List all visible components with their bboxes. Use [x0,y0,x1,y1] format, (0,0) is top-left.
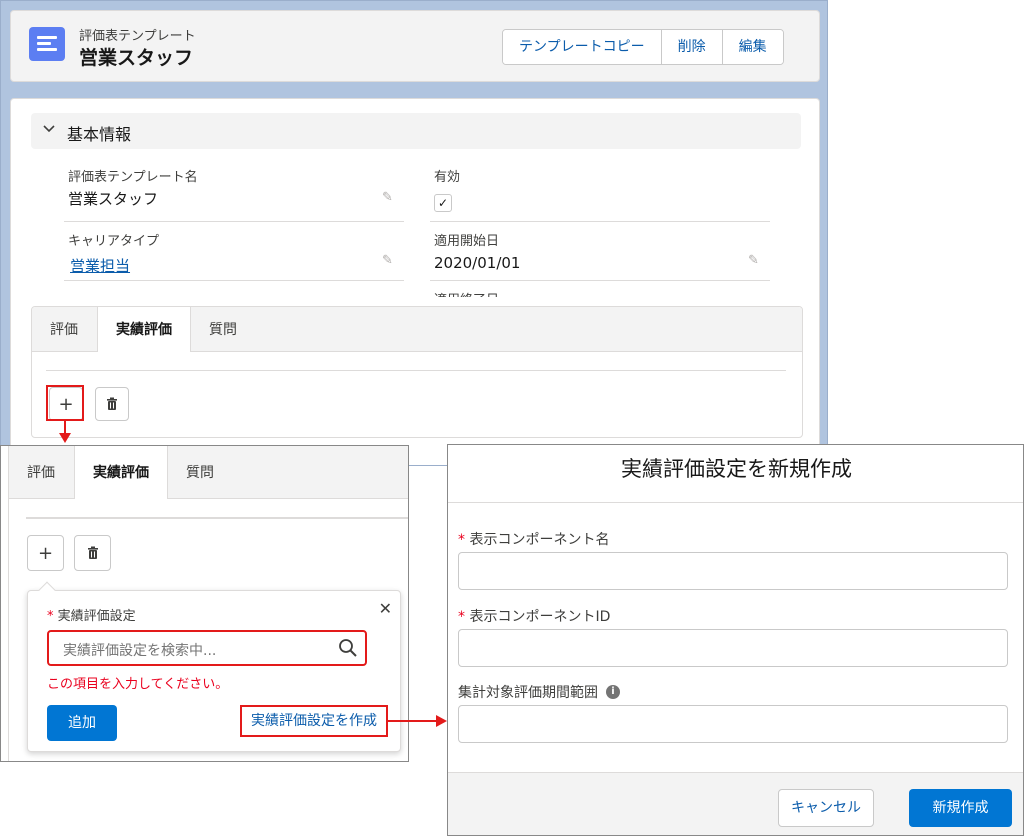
divider [26,517,408,519]
component-name-input[interactable] [458,552,1008,590]
record-type-icon [29,27,65,61]
trash-icon [107,397,117,410]
period-range-label: 集計対象評価期間範囲 [458,685,598,701]
active-checkbox: ✓ [434,194,452,212]
search-placeholder: 実績評価設定を検索中... [63,643,217,659]
edit-button[interactable]: 編集 [721,30,783,64]
tab-evaluation[interactable]: 評価 [9,446,74,498]
career-type-label: キャリアタイプ [68,234,160,249]
tab-bar: 評価 実績評価 質問 [32,307,802,352]
create-setting-link[interactable]: 実績評価設定を作成 [240,705,388,737]
divider [430,221,770,222]
required-mark: * [458,532,465,548]
delete-row-button[interactable] [74,535,111,571]
pencil-icon[interactable]: ✎ [382,190,396,205]
pencil-icon[interactable]: ✎ [382,253,396,268]
performance-setting-label: 実績評価設定 [57,609,136,624]
modal-footer: キャンセル 新規作成 [448,772,1023,835]
field2-label-wrap: * 表示コンポーネントID [458,606,610,626]
annotation-arrow [388,720,440,722]
tab-evaluation[interactable]: 評価 [32,307,97,351]
info-icon[interactable]: i [606,685,620,699]
active-label: 有効 [434,170,461,185]
cancel-button[interactable]: キャンセル [778,789,874,827]
start-date-label: 適用開始日 [434,234,500,249]
field1-label-wrap: * 表示コンポーネント名 [458,529,609,549]
start-date-value: 2020/01/01 [434,254,521,272]
new-performance-modal: 実績評価設定を新規作成 * 表示コンポーネント名 * 表示コンポーネントID 集… [447,444,1024,836]
create-button[interactable]: 新規作成 [909,789,1012,827]
divider [64,280,404,281]
header-actions: テンプレートコピー 削除 編集 [502,29,784,65]
annotation-highlight [46,385,84,421]
field-label-wrap: * 実績評価設定 [47,605,136,624]
required-mark: * [458,609,465,625]
record-header: 評価表テンプレート 営業スタッフ テンプレートコピー 削除 編集 [10,10,820,82]
chevron-down-icon [41,121,59,139]
career-type-link[interactable]: 営業担当 [70,255,130,276]
end-date-label: 適用終了日 [434,289,499,297]
copy-template-button[interactable]: テンプレートコピー [503,30,661,64]
required-mark: * [47,609,54,624]
delete-button[interactable]: 削除 [660,30,722,64]
close-icon[interactable]: ✕ [379,599,392,618]
section-title: 基本情報 [67,125,132,144]
tab-performance[interactable]: 実績評価 [97,307,191,352]
template-name-value: 営業スタッフ [68,190,159,208]
template-name-label: 評価表テンプレート名 [68,170,198,185]
plus-icon: + [37,542,54,564]
tab-bar: 評価 実績評価 質問 [9,446,408,499]
tab-performance[interactable]: 実績評価 [74,446,168,499]
record-object-label: 評価表テンプレート [79,29,196,44]
divider [64,221,404,222]
tab-questions[interactable]: 質問 [191,307,256,351]
related-tabs: 評価 実績評価 質問 + [31,306,803,438]
modal-title: 実績評価設定を新規作成 [448,445,1023,503]
add-button[interactable]: + [27,535,64,571]
performance-search-input[interactable]: 実績評価設定を検索中... [47,630,367,666]
add-submit-button[interactable]: 追加 [47,705,117,741]
component-id-label: 表示コンポーネントID [469,609,611,625]
divider [430,280,770,281]
tab-questions[interactable]: 質問 [168,446,233,498]
error-message: この項目を入力してください。 [47,677,229,692]
component-id-input[interactable] [458,629,1008,667]
add-performance-popover: * 実績評価設定 ✕ 実績評価設定を検索中... この項目を入力してください。 … [27,590,401,752]
section-header[interactable]: 基本情報 [31,113,801,149]
detail-card: 基本情報 評価表テンプレート名 営業スタッフ ✎ キャリアタイプ 営業担当 ✎ … [10,98,820,465]
period-range-input[interactable] [458,705,1008,743]
record-title: 営業スタッフ [79,47,194,69]
arrow-down-icon [59,433,71,443]
pencil-icon[interactable]: ✎ [748,253,762,268]
arrow-right-icon [436,715,447,727]
delete-row-button[interactable] [95,387,129,421]
component-name-label: 表示コンポーネント名 [469,532,610,548]
popover-panel: 評価 実績評価 質問 + * 実績評価設定 ✕ 実績評価設定を検索中... この… [0,445,409,762]
divider [46,370,786,371]
record-page: 評価表テンプレート 営業スタッフ テンプレートコピー 削除 編集 基本情報 評価… [0,0,828,466]
trash-icon [87,546,98,559]
search-icon [339,639,357,657]
field3-label-wrap: 集計対象評価期間範囲 i [458,682,620,702]
